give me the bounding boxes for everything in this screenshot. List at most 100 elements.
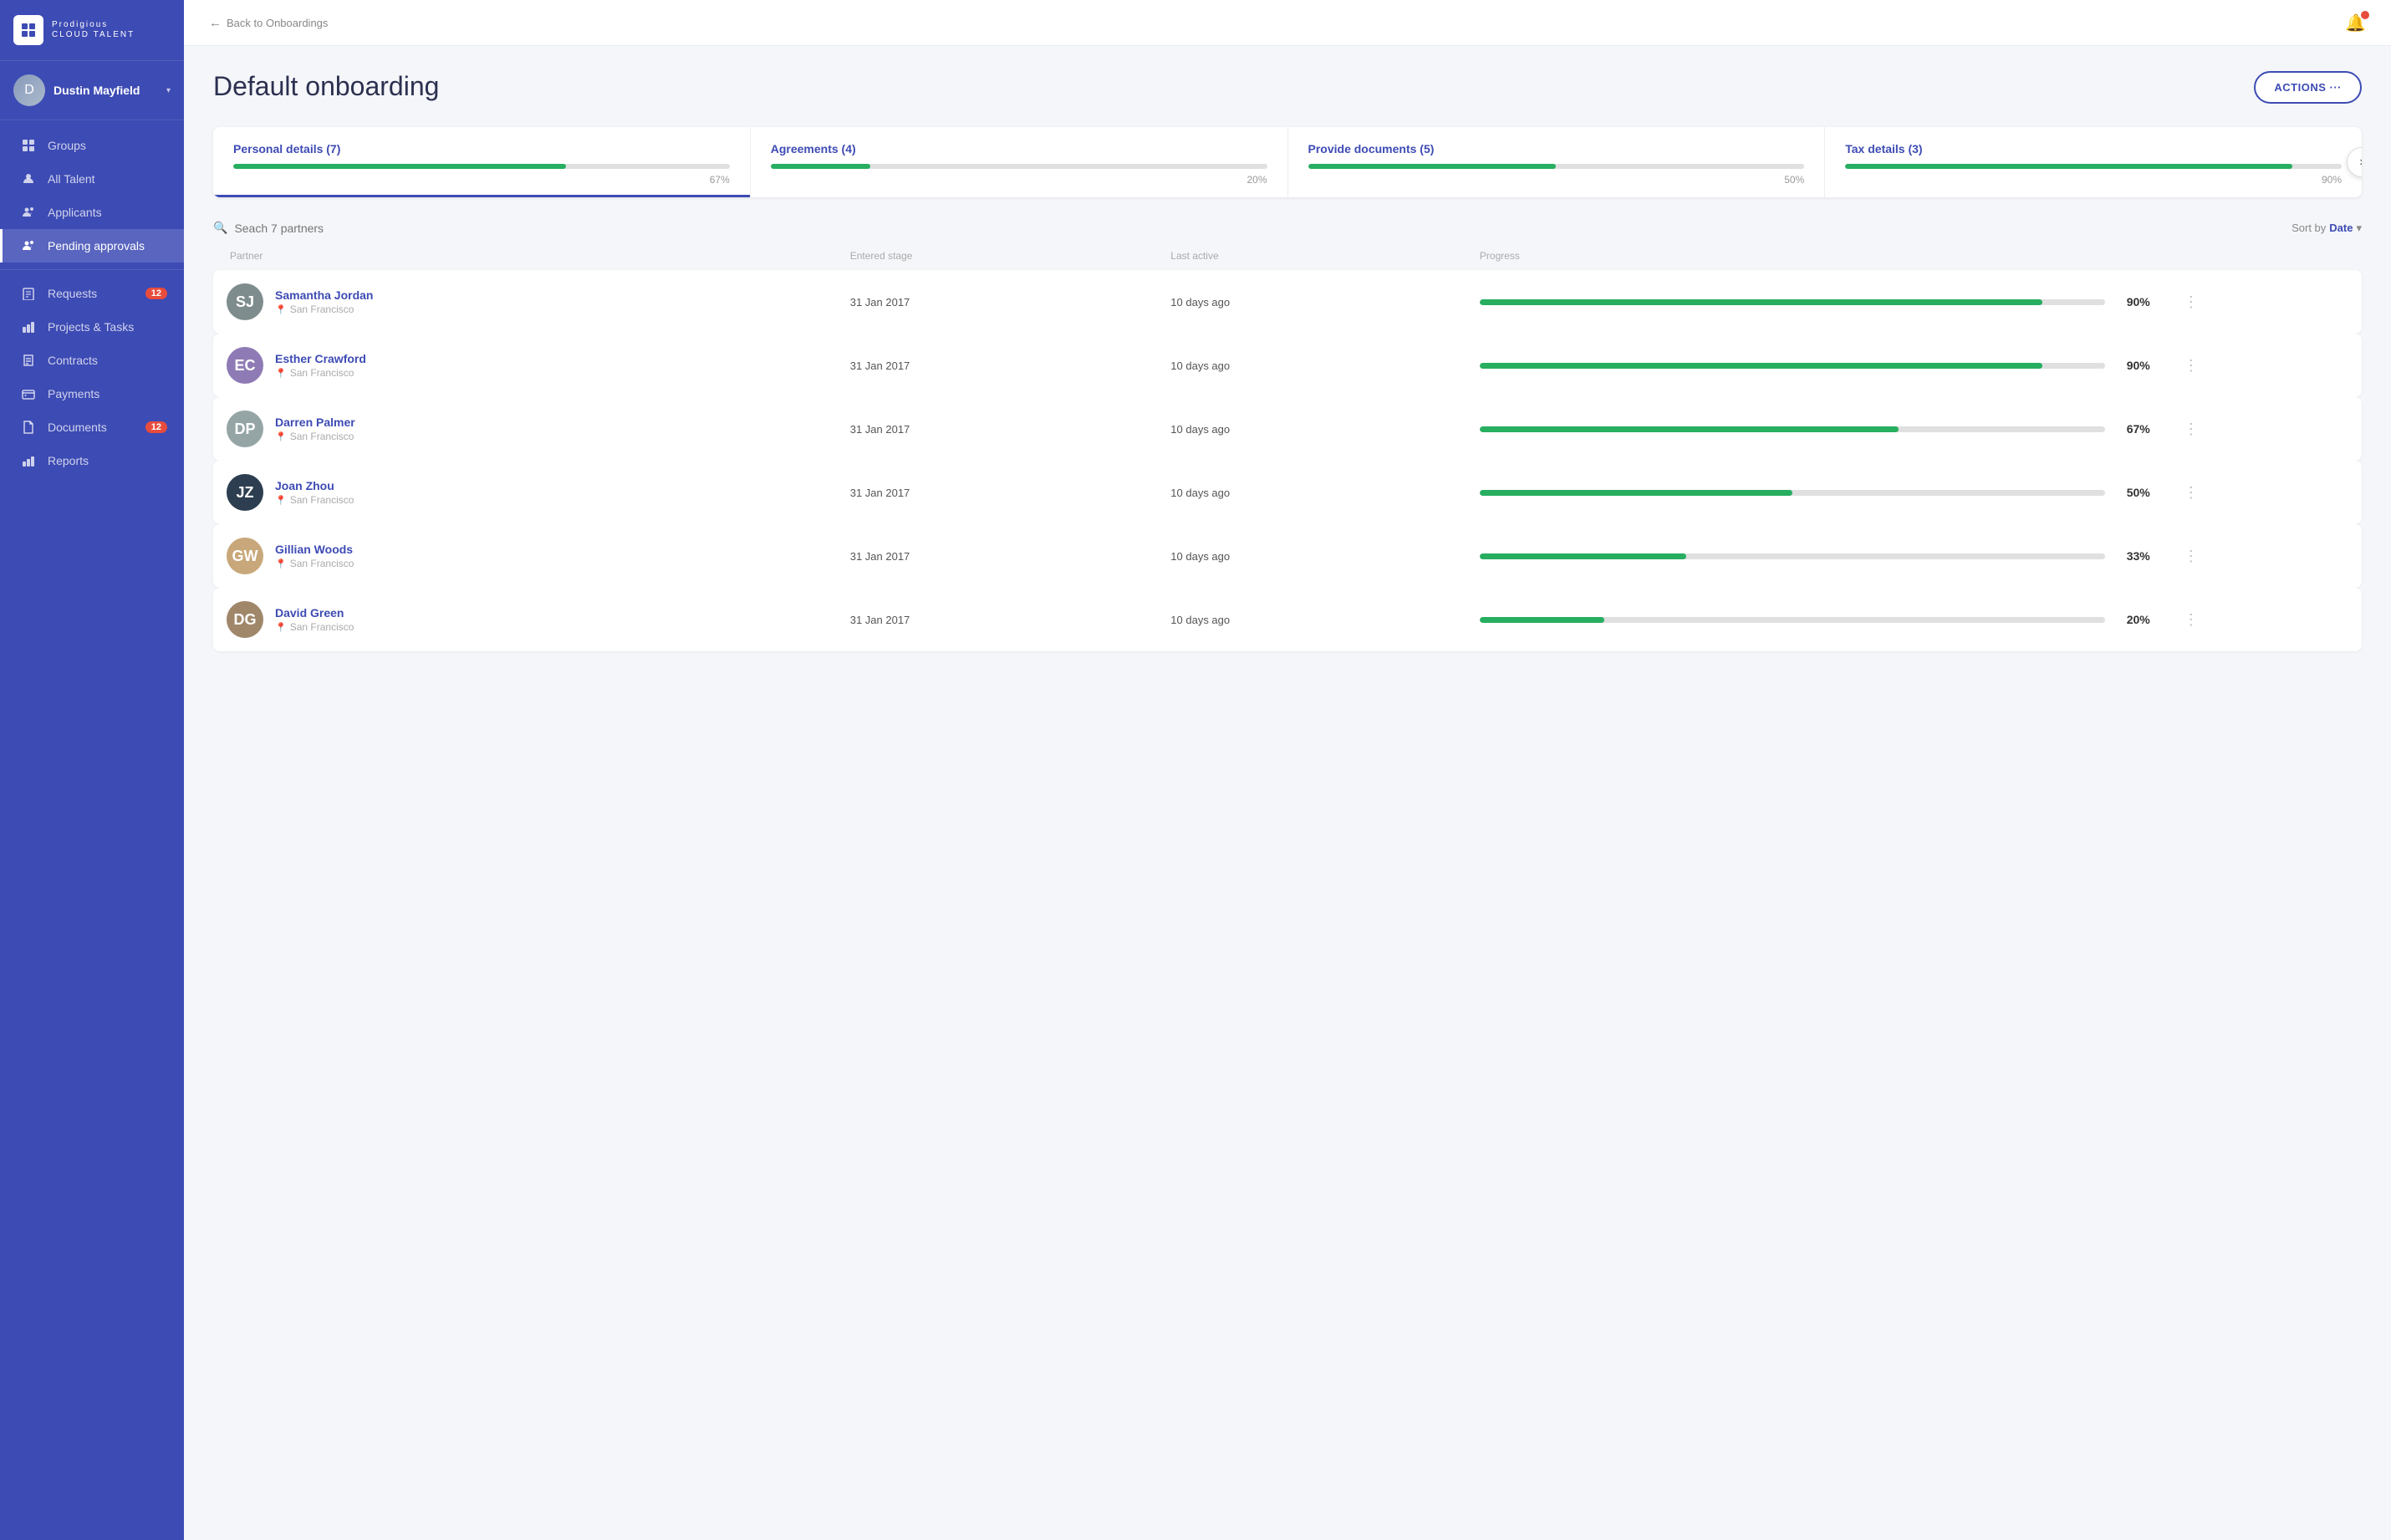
stage-card-personal-details[interactable]: Personal details (7) 67% (213, 127, 751, 197)
back-label: Back to Onboardings (227, 17, 328, 29)
row-actions-cell: ⋮ (2164, 461, 2362, 524)
sidebar-item-all-talent[interactable]: All Talent (0, 162, 184, 196)
table-row[interactable]: JZ Joan Zhou 📍 San Francisco 31 Jan 2017… (213, 461, 2362, 524)
sort-value[interactable]: Date (2329, 222, 2353, 234)
col-progress: Progress (1466, 250, 2164, 270)
table-row[interactable]: SJ Samantha Jordan 📍 San Francisco 31 Ja… (213, 270, 2362, 334)
progress-cell: 20% (1466, 588, 2164, 651)
sidebar-item-label: Payments (48, 387, 167, 400)
table-row[interactable]: GW Gillian Woods 📍 San Francisco 31 Jan … (213, 524, 2362, 588)
logo-icon (13, 15, 43, 45)
topbar: ← Back to Onboardings 🔔 (184, 0, 2391, 46)
progress-fill (1480, 363, 2042, 369)
partner-cell: SJ Samantha Jordan 📍 San Francisco (213, 270, 837, 334)
documents-badge: 12 (145, 421, 167, 433)
row-actions-cell: ⋮ (2164, 334, 2362, 397)
sidebar-item-label: Groups (48, 139, 167, 152)
partner-cell: DP Darren Palmer 📍 San Francisco (213, 397, 837, 461)
location-pin-icon: 📍 (275, 368, 287, 379)
stage-progress-bar (233, 164, 730, 169)
avatar: D (13, 74, 45, 106)
partner-name: Esther Crawford (275, 352, 366, 365)
partner-location: 📍 San Francisco (275, 303, 373, 315)
sidebar: Prodigious CLOUD TALENT D Dustin Mayfiel… (0, 0, 184, 1540)
stage-progress-fill (233, 164, 566, 169)
stage-card-agreements[interactable]: Agreements (4) 20% (751, 127, 1288, 197)
documents-icon (19, 421, 38, 434)
search-icon: 🔍 (213, 221, 227, 235)
search-wrapper: 🔍 (213, 221, 401, 235)
sort-label: Sort by (2292, 222, 2326, 234)
applicants-icon (19, 206, 38, 219)
progress-cell: 90% (1466, 334, 2164, 397)
progress-bar (1480, 363, 2105, 369)
sidebar-item-applicants[interactable]: Applicants (0, 196, 184, 229)
partner-location: 📍 San Francisco (275, 621, 354, 633)
sidebar-item-payments[interactable]: Payments (0, 377, 184, 410)
table-row[interactable]: EC Esther Crawford 📍 San Francisco 31 Ja… (213, 334, 2362, 397)
row-more-button[interactable]: ⋮ (2177, 608, 2205, 632)
partner-location: 📍 San Francisco (275, 431, 355, 442)
progress-fill (1480, 299, 2042, 305)
entered-stage-cell: 31 Jan 2017 (837, 334, 1158, 397)
sidebar-item-pending-approvals[interactable]: Pending approvals (0, 229, 184, 263)
sidebar-item-requests[interactable]: Requests 12 (0, 277, 184, 310)
partner-name: Darren Palmer (275, 416, 355, 429)
partner-avatar: GW (227, 538, 263, 574)
stage-card-provide-documents[interactable]: Provide documents (5) 50% (1288, 127, 1826, 197)
sidebar-item-reports[interactable]: Reports (0, 444, 184, 477)
sidebar-item-projects-tasks[interactable]: Projects & Tasks (0, 310, 184, 344)
table-row[interactable]: DG David Green 📍 San Francisco 31 Jan 20… (213, 588, 2362, 651)
progress-fill (1480, 426, 1899, 432)
entered-stage-cell: 31 Jan 2017 (837, 397, 1158, 461)
requests-icon (19, 287, 38, 300)
projects-icon (19, 320, 38, 334)
partner-avatar: JZ (227, 474, 263, 511)
partner-info: Darren Palmer 📍 San Francisco (275, 416, 355, 442)
chevron-down-icon: ▾ (166, 86, 171, 95)
progress-bar (1480, 490, 2105, 496)
last-active-cell: 10 days ago (1157, 588, 1466, 651)
search-input[interactable] (234, 222, 401, 235)
col-last-active: Last active (1157, 250, 1466, 270)
col-entered-stage: Entered stage (837, 250, 1158, 270)
entered-stage-cell: 31 Jan 2017 (837, 270, 1158, 334)
partner-avatar: DP (227, 410, 263, 447)
user-profile[interactable]: D Dustin Mayfield ▾ (0, 61, 184, 120)
entered-stage-cell: 31 Jan 2017 (837, 461, 1158, 524)
logo-text: Prodigious CLOUD TALENT (52, 20, 135, 40)
partner-info: David Green 📍 San Francisco (275, 606, 354, 633)
actions-button[interactable]: ACTIONS ··· (2254, 71, 2362, 104)
nav-divider (0, 269, 184, 270)
sidebar-item-contracts[interactable]: Contracts (0, 344, 184, 377)
stage-cards: Personal details (7) 67% Agreements (4) … (213, 127, 2362, 197)
sort-wrapper: Sort by Date ▾ (2292, 222, 2362, 235)
progress-cell: 50% (1466, 461, 2164, 524)
stage-progress-fill (1308, 164, 1557, 169)
partner-name: Joan Zhou (275, 479, 354, 492)
last-active-cell: 10 days ago (1157, 524, 1466, 588)
stage-progress-bar (771, 164, 1267, 169)
entered-stage-cell: 31 Jan 2017 (837, 524, 1158, 588)
row-more-button[interactable]: ⋮ (2177, 354, 2205, 378)
row-actions-cell: ⋮ (2164, 270, 2362, 334)
progress-percent: 90% (2115, 359, 2150, 372)
logo: Prodigious CLOUD TALENT (0, 0, 184, 61)
stage-percent: 50% (1308, 174, 1805, 186)
sidebar-item-documents[interactable]: Documents 12 (0, 410, 184, 444)
partner-info: Joan Zhou 📍 San Francisco (275, 479, 354, 506)
row-more-button[interactable]: ⋮ (2177, 481, 2205, 505)
row-more-button[interactable]: ⋮ (2177, 544, 2205, 569)
back-link[interactable]: ← Back to Onboardings (209, 16, 328, 30)
stage-card-tax-details[interactable]: Tax details (3) 90% (1825, 127, 2362, 197)
partner-info: Gillian Woods 📍 San Francisco (275, 543, 354, 569)
row-more-button[interactable]: ⋮ (2177, 290, 2205, 314)
sidebar-item-label: Reports (48, 454, 167, 467)
notification-bell[interactable]: 🔔 (2345, 13, 2366, 33)
row-more-button[interactable]: ⋮ (2177, 417, 2205, 441)
table-row[interactable]: DP Darren Palmer 📍 San Francisco 31 Jan … (213, 397, 2362, 461)
partner-avatar: SJ (227, 283, 263, 320)
sidebar-item-groups[interactable]: Groups (0, 129, 184, 162)
stage-card-title: Agreements (4) (771, 142, 1267, 156)
main-content: ← Back to Onboardings 🔔 Default onboardi… (184, 0, 2391, 1540)
